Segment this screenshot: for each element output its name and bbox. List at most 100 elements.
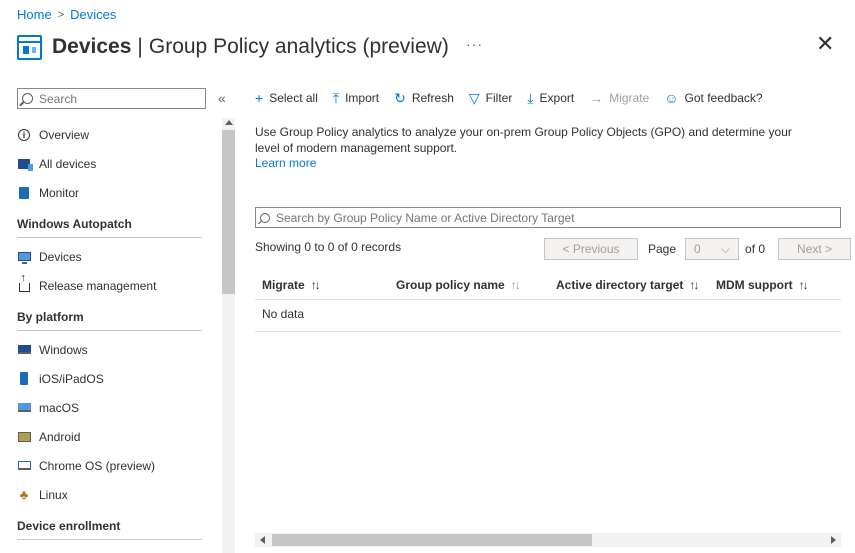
nav-scrollbar[interactable] — [222, 118, 235, 553]
nav-divider — [17, 237, 202, 238]
upload-icon: ⤒ — [332, 90, 340, 106]
sort-icon: ↑↓ — [798, 278, 809, 292]
nav-item-windows[interactable]: Windows — [0, 335, 220, 364]
table-header: Migrate ↑↓ Group policy name ↑↓ Active d… — [255, 270, 841, 300]
nav-scrollbar-thumb[interactable] — [222, 130, 235, 294]
breadcrumb-separator: > — [57, 8, 65, 21]
share-icon — [17, 273, 31, 293]
learn-more-link[interactable]: Learn more — [255, 156, 316, 170]
nav-item-label: All devices — [39, 156, 97, 171]
nav-search-box[interactable] — [17, 88, 206, 109]
chrome-icon — [17, 459, 31, 473]
column-label: Migrate — [262, 278, 305, 292]
monitor-icon — [17, 186, 31, 200]
linux-icon: ♣ — [19, 487, 29, 502]
ios-icon — [17, 372, 31, 386]
title-separator: | — [137, 35, 143, 58]
column-header-mdm-support[interactable]: MDM support ↑↓ — [716, 278, 809, 292]
nav-item-linux[interactable]: ♣ Linux — [0, 480, 220, 509]
plus-icon: + — [255, 90, 264, 106]
nav-item-release-management[interactable]: Release management — [0, 271, 220, 300]
android-icon — [17, 430, 31, 444]
migrate-button[interactable]: → Migrate — [589, 91, 649, 105]
left-navigation: « i Overview All devices Monitor Windows… — [0, 80, 236, 553]
page-total: of 0 — [745, 242, 766, 256]
previous-page-button[interactable]: < Previous — [544, 238, 638, 260]
page-description: Use Group Policy analytics to analyze yo… — [255, 125, 792, 155]
download-icon: ⤓ — [527, 90, 534, 106]
nav-search-input[interactable] — [39, 91, 199, 106]
column-header-group-policy-name[interactable]: Group policy name ↑↓ — [396, 278, 521, 292]
filter-button[interactable]: ▽ Filter — [469, 91, 512, 105]
nav-item-label: Release management — [39, 278, 157, 293]
policy-search-box[interactable] — [255, 207, 841, 228]
policy-search-input[interactable] — [276, 210, 836, 225]
column-header-migrate[interactable]: Migrate ↑↓ — [262, 278, 321, 292]
scroll-right-arrow-icon[interactable] — [831, 536, 836, 544]
page-subtitle: Group Policy analytics (preview) — [148, 35, 449, 58]
feedback-button[interactable]: ☺ Got feedback? — [664, 91, 762, 105]
close-button[interactable]: ✕ — [816, 33, 834, 55]
chevron-down-icon: ⌵ — [720, 241, 731, 256]
more-options-button[interactable]: ··· — [466, 36, 483, 52]
breadcrumb-home-link[interactable]: Home — [17, 7, 52, 22]
filter-label: Filter — [485, 91, 513, 105]
nav-list: i Overview All devices Monitor Windows A… — [0, 120, 220, 544]
nav-item-label: Linux — [39, 487, 68, 502]
nav-item-label: Android — [39, 429, 81, 444]
column-label: Group policy name — [396, 278, 505, 292]
nav-item-label: Windows — [39, 342, 88, 357]
nav-item-chrome-os[interactable]: Chrome OS (preview) — [0, 451, 220, 480]
nav-divider — [17, 539, 202, 540]
export-button[interactable]: ⤓ Export — [527, 91, 574, 105]
nav-item-label: Monitor — [39, 185, 80, 200]
next-page-button[interactable]: Next > — [778, 238, 852, 260]
horizontal-scrollbar[interactable] — [255, 533, 841, 547]
page-header: Devices | Group Policy analytics (previe… — [17, 30, 449, 64]
filter-icon: ▽ — [468, 90, 480, 106]
sort-icon: ↑↓ — [310, 278, 321, 292]
page-title: Devices — [52, 35, 132, 58]
nav-item-ios[interactable]: iOS/iPadOS — [0, 364, 220, 393]
nav-item-android[interactable]: Android — [0, 422, 220, 451]
arrow-right-icon: → — [589, 90, 604, 106]
nav-item-macos[interactable]: macOS — [0, 393, 220, 422]
nav-item-monitor[interactable]: Monitor — [0, 178, 220, 207]
collapse-nav-button[interactable]: « — [218, 90, 226, 106]
import-label: Import — [345, 91, 380, 105]
nav-item-overview[interactable]: i Overview — [0, 120, 220, 149]
refresh-label: Refresh — [411, 91, 454, 105]
mac-icon — [17, 401, 31, 415]
info-icon: i — [17, 128, 31, 142]
select-all-button[interactable]: + Select all — [255, 91, 318, 105]
scroll-left-arrow-icon[interactable] — [260, 536, 265, 544]
search-icon — [22, 93, 33, 104]
column-label: Active directory target — [556, 278, 684, 292]
feedback-icon: ☺ — [664, 90, 679, 106]
nav-item-autopatch-devices[interactable]: Devices — [0, 242, 220, 271]
page-select[interactable]: 0 ⌵ — [685, 238, 740, 260]
nav-item-all-devices[interactable]: All devices — [0, 149, 220, 178]
devices-icon — [17, 157, 33, 171]
windows-icon — [17, 343, 31, 357]
table-empty-message: No data — [262, 307, 305, 321]
breadcrumb-devices-link[interactable]: Devices — [70, 7, 116, 22]
nav-item-label: iOS/iPadOS — [39, 371, 104, 386]
table-divider — [255, 331, 841, 332]
nav-item-label: Overview — [39, 127, 90, 142]
breadcrumb: Home > Devices — [17, 7, 116, 22]
select-all-label: Select all — [269, 91, 318, 105]
records-count: Showing 0 to 0 of 0 records — [255, 240, 402, 254]
search-icon — [260, 212, 270, 223]
refresh-button[interactable]: ↻ Refresh — [394, 91, 454, 105]
nav-item-label: macOS — [39, 400, 80, 415]
import-button[interactable]: ⤒ Import — [333, 91, 379, 105]
column-header-active-directory-target[interactable]: Active directory target ↑↓ — [556, 278, 699, 292]
refresh-icon: ↻ — [394, 90, 406, 106]
column-label: MDM support — [716, 278, 793, 292]
horizontal-scrollbar-thumb[interactable] — [272, 534, 592, 546]
nav-divider — [17, 330, 202, 331]
nav-item-label: Chrome OS (preview) — [39, 458, 156, 473]
page-select-value: 0 — [694, 242, 701, 256]
scroll-up-arrow-icon[interactable] — [225, 120, 233, 125]
